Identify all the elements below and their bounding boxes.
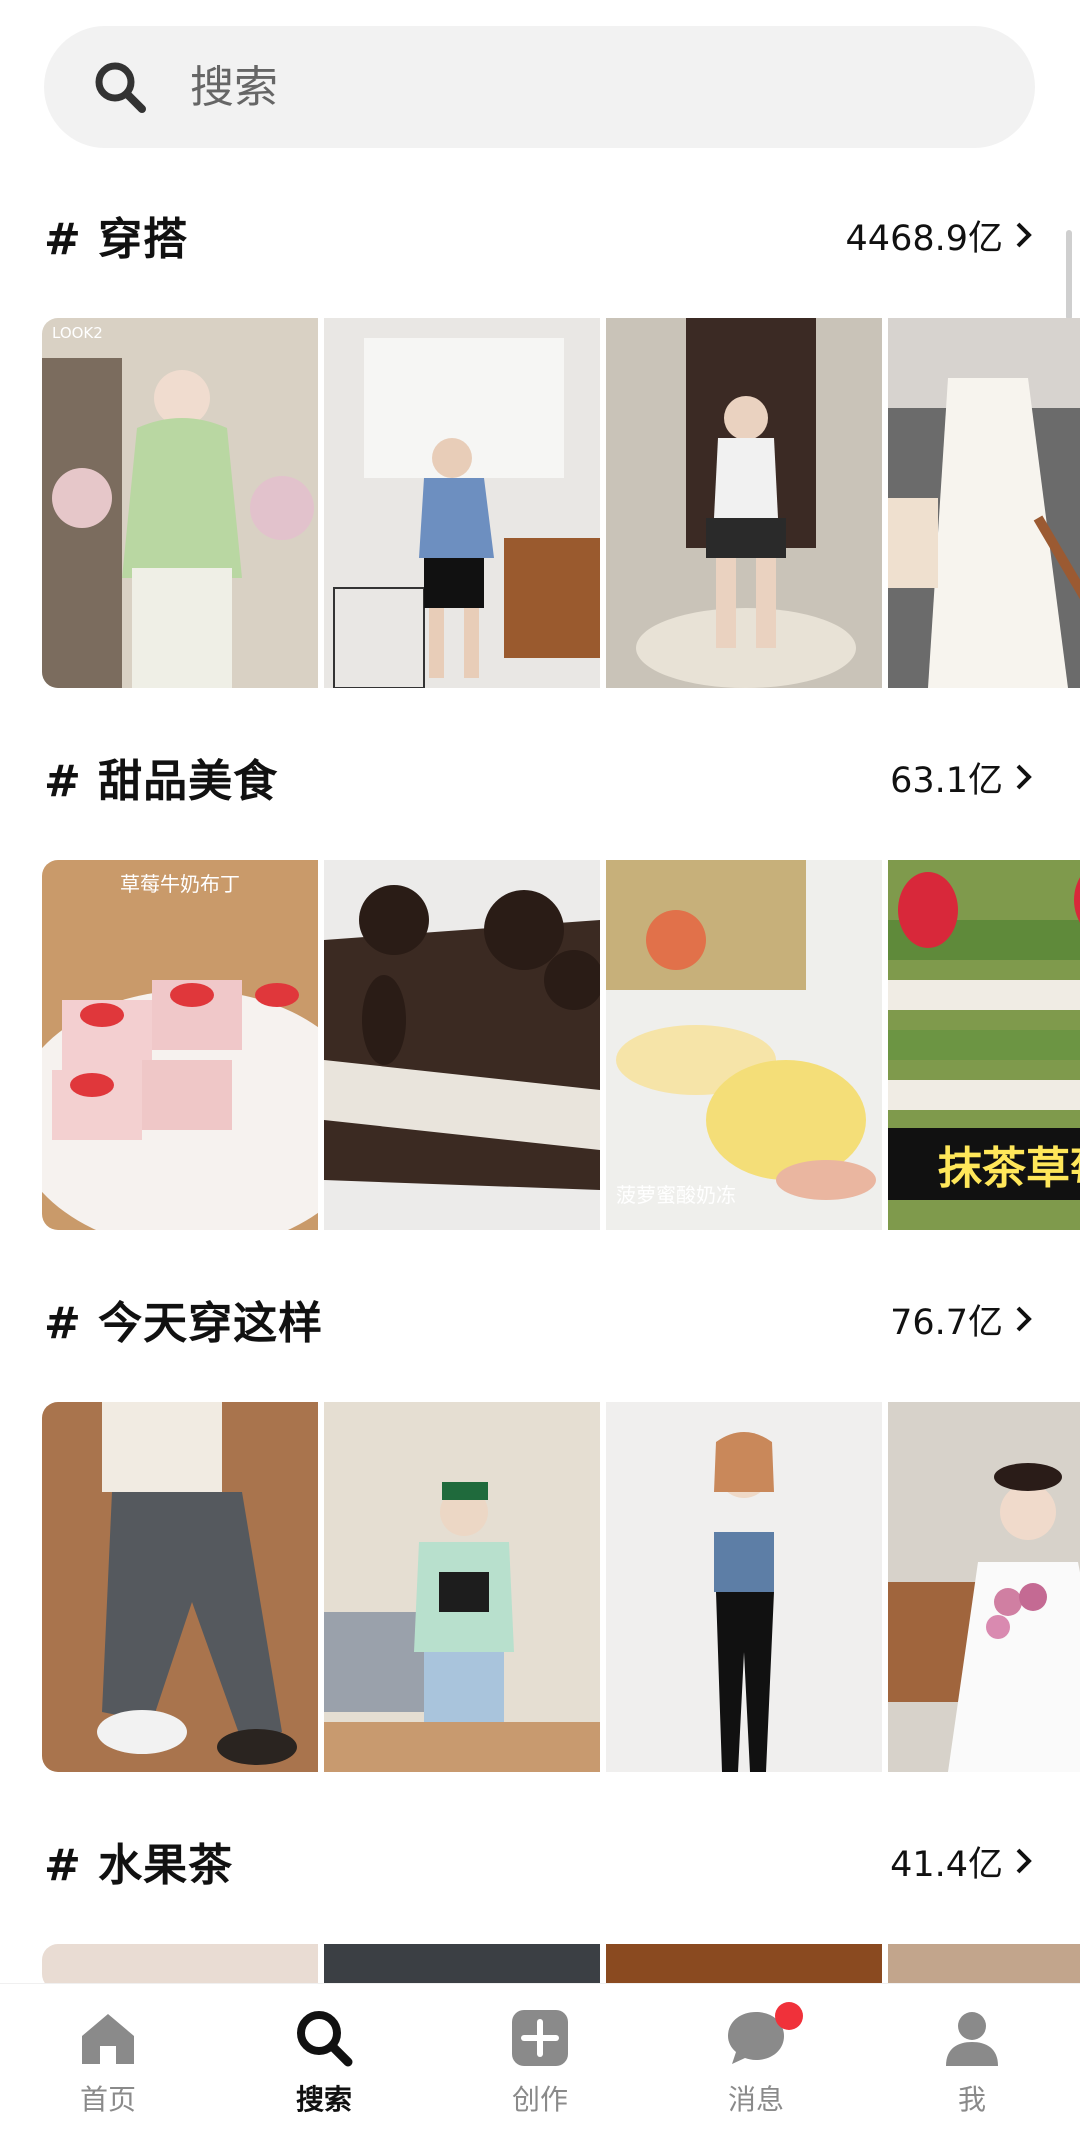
outfit-photo [324, 318, 600, 688]
section-header[interactable]: # 甜品美食 63.1亿 [44, 742, 1035, 812]
topic-section-todays-outfit: # 今天穿这样 76.7亿 [0, 1284, 1080, 1774]
outfit-photo [324, 1402, 600, 1772]
topic-section-desserts: # 甜品美食 63.1亿 草莓牛奶布丁 菠萝蜜酸奶冻 抹茶草 [0, 742, 1080, 1232]
view-count-text: 4468.9亿 [845, 218, 1003, 259]
thumbnail[interactable] [606, 1402, 882, 1772]
thumbnail[interactable] [324, 860, 600, 1230]
chevron-right-icon [1016, 1848, 1032, 1874]
bottom-navigation: 首页 搜索 创作 消息 我 [0, 1983, 1080, 2140]
thumbnail-row[interactable]: LOOK2 [42, 318, 1080, 688]
thumbnail[interactable]: 菠萝蜜酸奶冻 [606, 860, 882, 1230]
dessert-photo [324, 860, 600, 1230]
thumbnail[interactable]: LOOK2 [42, 318, 318, 688]
thumbnail-row[interactable] [42, 1402, 1080, 1772]
section-view-count[interactable]: 41.4亿 [890, 1836, 1035, 1887]
outfit-photo [42, 318, 318, 688]
search-icon [297, 2011, 353, 2067]
chevron-right-icon [1016, 1306, 1032, 1332]
section-title[interactable]: # 今天穿这样 [44, 1287, 323, 1351]
view-count-text: 76.7亿 [890, 1302, 1003, 1343]
profile-icon [946, 2012, 998, 2066]
section-view-count[interactable]: 63.1亿 [890, 752, 1035, 803]
dessert-photo [606, 860, 882, 1230]
outfit-photo [42, 1402, 318, 1772]
thumbnail[interactable] [42, 1402, 318, 1772]
nav-item-search[interactable]: 搜索 [216, 1984, 432, 2140]
topic-section-fruit-tea: # 水果茶 41.4亿 [0, 1826, 1080, 1990]
topic-section-outfits: # 穿搭 4468.9亿 LOOK2 [0, 200, 1080, 690]
outfit-photo [888, 1402, 1080, 1772]
section-header[interactable]: # 今天穿这样 76.7亿 [44, 1284, 1035, 1354]
outfit-photo [888, 318, 1080, 688]
view-count-text: 41.4亿 [890, 1844, 1003, 1885]
section-title[interactable]: # 水果茶 [44, 1829, 233, 1893]
outfit-photo [606, 1402, 882, 1772]
section-title[interactable]: # 甜品美食 [44, 745, 278, 809]
nav-item-profile[interactable]: 我 [864, 1984, 1080, 2140]
thumbnail[interactable] [324, 1402, 600, 1772]
thumbnail-caption: LOOK2 [52, 324, 103, 342]
dessert-photo [42, 860, 318, 1230]
nav-label: 创作 [511, 2083, 568, 2116]
nav-item-home[interactable]: 首页 [0, 1984, 216, 2140]
search-bar[interactable] [44, 26, 1035, 148]
section-view-count[interactable]: 76.7亿 [890, 1294, 1035, 1345]
section-view-count[interactable]: 4468.9亿 [846, 210, 1035, 261]
thumbnail[interactable] [888, 1402, 1080, 1772]
search-icon [95, 62, 146, 113]
thumbnail[interactable] [888, 318, 1080, 688]
search-input[interactable] [190, 61, 890, 113]
thumbnail[interactable] [606, 318, 882, 688]
thumbnail-overlay-title: 抹茶草莓 [888, 1128, 1080, 1200]
thumbnail-caption: 菠萝蜜酸奶冻 [616, 1183, 736, 1207]
nav-item-messages[interactable]: 消息 [648, 1984, 864, 2140]
section-header[interactable]: # 水果茶 41.4亿 [44, 1826, 1035, 1896]
nav-label: 我 [957, 2083, 986, 2116]
thumbnail-row[interactable]: 草莓牛奶布丁 菠萝蜜酸奶冻 抹茶草 [42, 860, 1080, 1230]
thumbnail[interactable]: 草莓牛奶布丁 [42, 860, 318, 1230]
view-count-text: 63.1亿 [890, 760, 1003, 801]
thumbnail[interactable] [324, 318, 600, 688]
nav-label: 搜索 [295, 2083, 352, 2116]
create-icon [512, 2010, 568, 2066]
nav-label: 消息 [727, 2083, 784, 2116]
section-title[interactable]: # 穿搭 [44, 203, 188, 267]
nav-item-create[interactable]: 创作 [432, 1984, 648, 2140]
nav-label: 首页 [79, 2083, 136, 2116]
notification-badge [775, 2002, 803, 2030]
chevron-right-icon [1016, 222, 1032, 248]
search-discover-page: # 穿搭 4468.9亿 LOOK2 [0, 0, 1080, 2140]
outfit-photo [606, 318, 882, 688]
thumbnail[interactable]: 抹茶草莓 [888, 860, 1080, 1230]
home-icon [82, 2014, 134, 2064]
thumbnail-caption: 草莓牛奶布丁 [120, 872, 240, 896]
chevron-right-icon [1016, 764, 1032, 790]
section-header[interactable]: # 穿搭 4468.9亿 [44, 200, 1035, 270]
